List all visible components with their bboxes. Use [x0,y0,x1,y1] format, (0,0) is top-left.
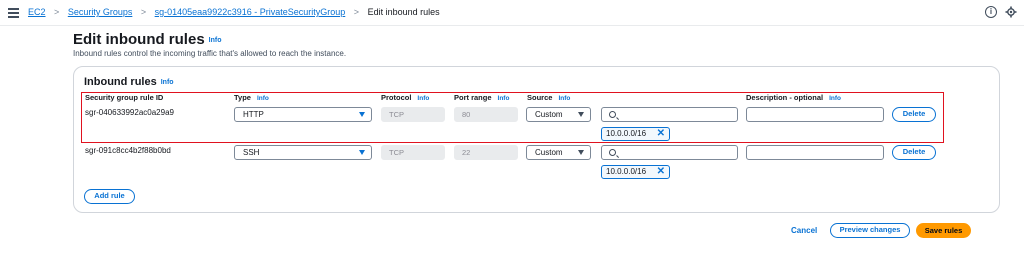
source-type-select[interactable]: Custom [526,145,591,160]
info-link[interactable]: Info [161,79,174,86]
breadcrumb-separator: > [140,7,147,17]
info-link[interactable]: Info [209,37,222,44]
breadcrumb-separator: > [54,7,60,17]
remove-token-icon[interactable]: ✕ [657,166,665,178]
caret-down-icon [359,150,365,155]
source-type-value: Custom [535,148,563,157]
page-title: Edit inbound rules Info [73,31,222,48]
breadcrumb-security-groups[interactable]: Security Groups [68,7,133,17]
port-range-field: 22 [454,145,518,160]
highlight-box [81,92,944,143]
breadcrumb-separator: > [353,7,360,17]
breadcrumb-ec2[interactable]: EC2 [28,7,46,17]
info-icon[interactable]: i [985,6,997,18]
top-navigation-bar: EC2 > Security Groups > sg-01405eaa9922c… [0,0,1024,26]
rule-id: sgr-091c8cc4b2f88b0bd [85,146,171,155]
settings-icon[interactable] [1005,6,1017,18]
panel-title-text: Inbound rules [84,76,157,88]
page-description: Inbound rules control the incoming traff… [73,49,347,58]
cancel-button[interactable]: Cancel [791,226,817,235]
breadcrumb-security-group[interactable]: sg-01405eaa9922c3916 - PrivateSecurityGr… [155,7,346,17]
search-icon [609,149,616,156]
breadcrumb-current: Edit inbound rules [367,7,440,17]
cidr-value: 10.0.0.0/16 [606,167,647,176]
protocol-field: TCP [381,145,445,160]
menu-icon[interactable] [8,8,19,18]
description-input[interactable] [746,145,884,160]
cidr-token: 10.0.0.0/16 ✕ [601,165,670,179]
breadcrumb: EC2 > Security Groups > sg-01405eaa9922c… [28,7,440,17]
add-rule-button[interactable]: Add rule [84,189,135,204]
page-title-text: Edit inbound rules [73,31,205,48]
type-select[interactable]: SSH [234,145,372,160]
panel-title: Inbound rules Info [84,76,174,88]
type-select-value: SSH [243,148,260,157]
caret-down-icon [578,150,584,155]
save-rules-button[interactable]: Save rules [916,223,971,238]
delete-button[interactable]: Delete [892,145,936,160]
preview-changes-button[interactable]: Preview changes [830,223,910,238]
source-search-input[interactable] [601,145,738,160]
